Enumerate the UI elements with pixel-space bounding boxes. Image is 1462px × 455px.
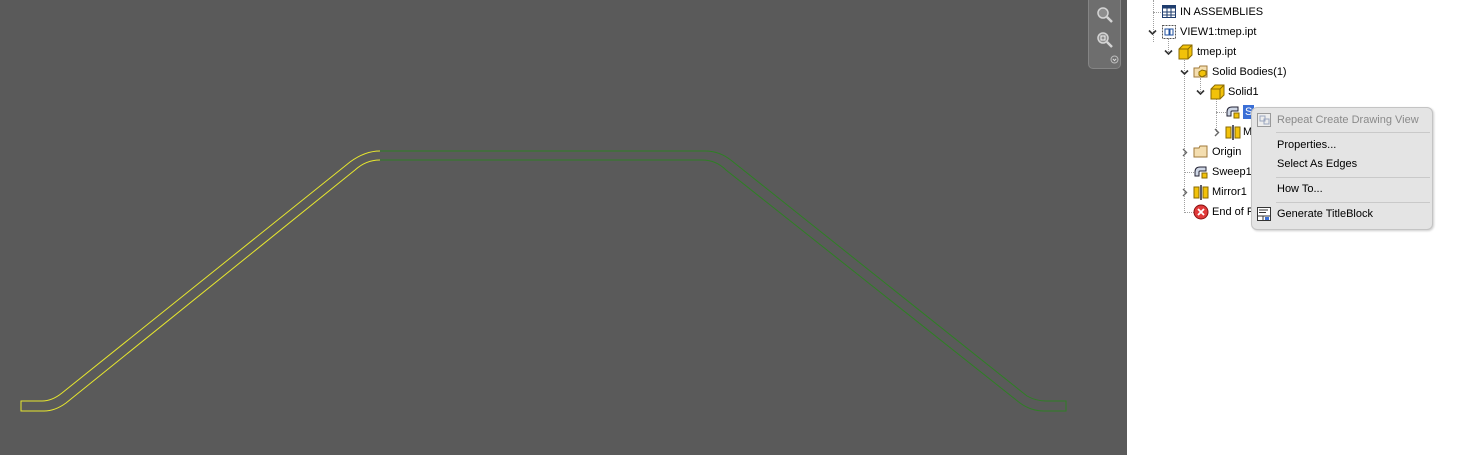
zoom-icon[interactable] [1096,6,1114,24]
table-grid-icon [1161,4,1177,20]
chevron-right-icon[interactable] [1179,187,1190,198]
chevron-down-icon[interactable] [1110,55,1119,64]
chevron-down-icon[interactable] [1163,47,1174,58]
menu-item-label: Select As Edges [1277,158,1358,170]
drawing-view-icon [1161,24,1177,40]
solid-body-icon [1209,84,1225,100]
tree-item-label: VIEW1:tmep.ipt [1180,26,1257,38]
end-of-part-icon [1193,204,1209,220]
menu-item-label: Repeat Create Drawing View [1277,114,1419,126]
mirror-icon [1225,124,1241,140]
tree-item-solid1[interactable]: Solid1 [1209,84,1409,102]
profile-right-half[interactable] [380,150,1067,412]
tree-line [1153,12,1161,13]
navigation-bar [1088,0,1121,69]
graphics-viewport[interactable] [0,0,1127,455]
menu-item-generate-titleblock[interactable]: Generate TitleBlock [1252,204,1432,224]
profile-left-half[interactable] [20,150,381,412]
tree-item-label: Sweep1 [1212,166,1252,178]
sweep-icon [1193,164,1209,180]
tree-item-part[interactable]: tmep.ipt [1177,44,1377,62]
menu-separator [1276,177,1430,178]
tree-item-label: End of P [1212,206,1255,218]
part-icon [1177,44,1193,60]
menu-separator [1276,132,1430,133]
tree-item-label: Solid Bodies(1) [1212,66,1287,78]
menu-item-repeat-create-drawing-view[interactable]: Repeat Create Drawing View [1252,110,1432,130]
tree-item-label: Mirror1 [1212,186,1247,198]
solid-bodies-folder-icon [1193,64,1209,80]
zoom-window-icon[interactable] [1096,31,1114,49]
context-menu: Repeat Create Drawing View Properties...… [1251,107,1433,230]
menu-item-label: Properties... [1277,139,1337,151]
tree-item-view1[interactable]: VIEW1:tmep.ipt [1161,24,1361,42]
tree-item-label: Solid1 [1228,86,1259,98]
chevron-down-icon[interactable] [1147,27,1158,38]
chevron-right-icon[interactable] [1211,127,1222,138]
menu-item-how-to[interactable]: How To... [1252,179,1432,199]
chevron-right-icon[interactable] [1179,147,1190,158]
titleblock-icon [1256,206,1272,222]
mirror-icon [1193,184,1209,200]
menu-separator [1276,202,1430,203]
drawing-view-icon [1256,112,1272,128]
menu-item-label: How To... [1277,183,1323,195]
sweep-icon [1225,104,1241,120]
tree-item-label: tmep.ipt [1197,46,1237,58]
chevron-down-icon[interactable] [1179,67,1190,78]
menu-item-select-as-edges[interactable]: Select As Edges [1252,154,1432,174]
menu-item-properties[interactable]: Properties... [1252,135,1432,155]
tree-item-label: IN ASSEMBLIES [1180,6,1264,18]
drawing-canvas[interactable] [0,0,1127,455]
tree-item-in-assemblies[interactable]: IN ASSEMBLIES [1161,4,1361,22]
chevron-down-icon[interactable] [1195,87,1206,98]
folder-icon [1193,144,1209,160]
tree-item-label: Origin [1212,146,1242,158]
tree-item-solid-bodies[interactable]: Solid Bodies(1) [1193,64,1393,82]
menu-item-label: Generate TitleBlock [1277,208,1373,220]
